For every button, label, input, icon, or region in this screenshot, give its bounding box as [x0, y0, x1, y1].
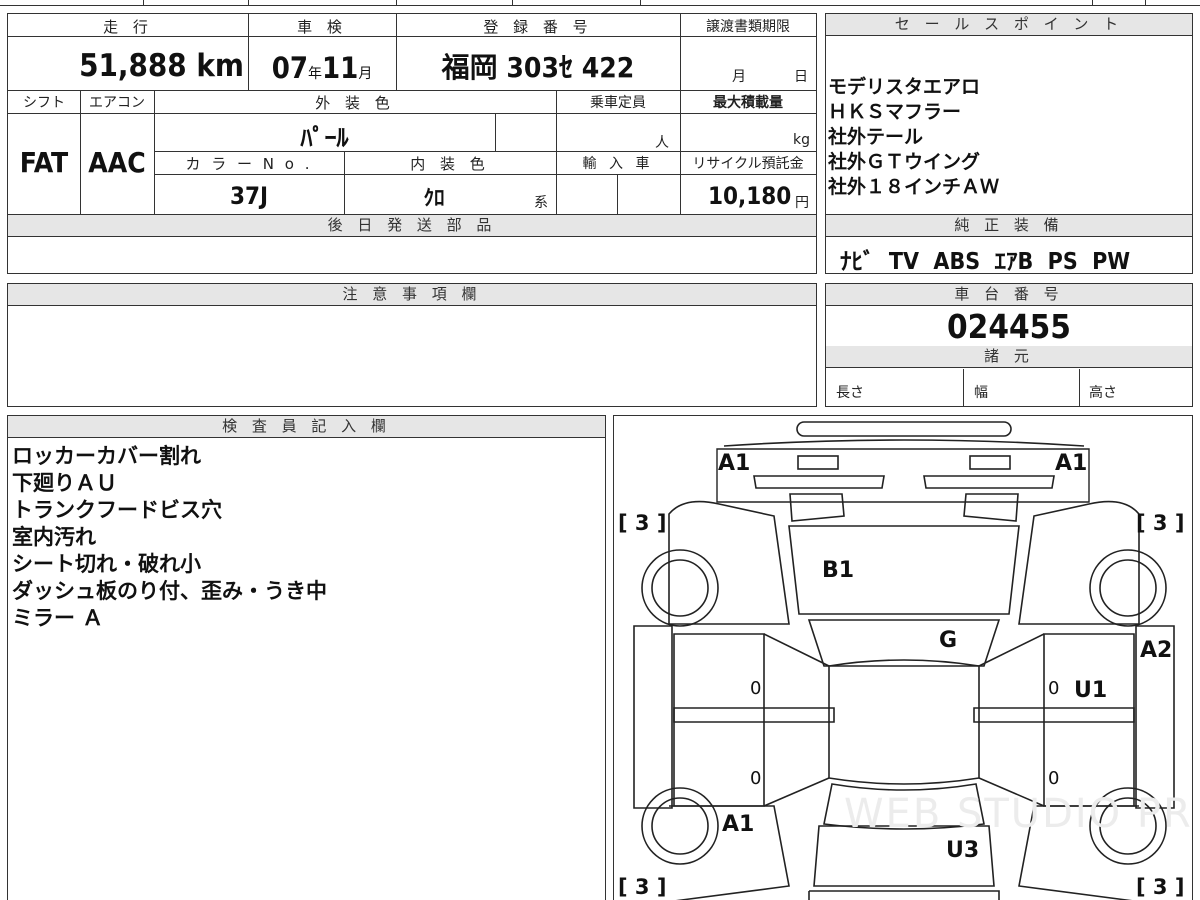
aircon-value: AAC	[88, 146, 146, 179]
deadline-month-unit: 月	[732, 69, 746, 85]
recycle-unit: 円	[795, 195, 809, 211]
tire-tread-rear-right: [ 3 ]	[1136, 875, 1185, 899]
exterior-color-value: ﾊﾟｰﾙ	[300, 124, 349, 152]
zero-mark: 0	[1048, 768, 1060, 789]
shift-label: シフト	[23, 95, 65, 111]
exterior-color-label: 外 装 色	[315, 94, 395, 112]
car-damage-diagram: A1 A1 B1 G A2 U1 A1 U3 [ 3 ] [ 3 ] [ 3 ]…	[613, 415, 1193, 900]
notes-box: 注 意 事 項 欄	[7, 283, 817, 407]
max-load-label: 最大積載量	[713, 95, 783, 111]
inspector-note: ダッシュ板のり付、歪み・うき中	[12, 579, 327, 603]
chassis-specs-box: 車 台 番 号 024455 諸 元 長さ 幅 高さ	[825, 283, 1193, 407]
sales-point-item: 社外ＧＴウイング	[828, 151, 981, 173]
inspection-value: 07年11月	[271, 51, 373, 85]
color-no-label: カ ラ ー N o .	[185, 155, 313, 173]
inspector-note: 室内汚れ	[12, 525, 96, 549]
registration-value: 福岡 303ｾ 422	[441, 51, 635, 84]
top-strip	[0, 0, 1200, 6]
max-load-unit: kg	[793, 132, 810, 148]
damage-mark-hood: B1	[822, 558, 855, 583]
capacity-label: 乗車定員	[590, 95, 646, 111]
deadline-label: 譲渡書類期限	[706, 19, 790, 35]
width-label: 幅	[974, 385, 988, 401]
inspector-note: トランクフードビス穴	[12, 498, 222, 522]
damage-mark-windshield: G	[939, 628, 958, 653]
tire-tread-rear-left: [ 3 ]	[618, 875, 667, 899]
damage-mark-left-rear: A1	[722, 812, 755, 837]
sales-points-label: セ ー ル ス ポ イ ン ト	[826, 14, 1192, 36]
interior-color-suffix: 系	[534, 195, 548, 211]
tire-tread-front-right: [ 3 ]	[1136, 511, 1185, 535]
tire-tread-front-left: [ 3 ]	[618, 511, 667, 535]
notes-label: 注 意 事 項 欄	[8, 284, 816, 306]
inspector-note: ミラー Ａ	[12, 606, 104, 630]
deadline-day-unit: 日	[794, 69, 808, 85]
damage-mark-front-left: A1	[718, 451, 751, 476]
vehicle-info-table: 走 行 車 検 登 録 番 号 譲渡書類期限 51,888 km 07年11月 …	[7, 13, 817, 274]
watermark: WEB STUDIO PRO	[844, 791, 1193, 837]
zero-mark: 0	[750, 678, 762, 699]
sales-point-item: 社外テール	[828, 126, 924, 148]
inspector-notes-box: 検 査 員 記 入 欄 ロッカーカバー割れ 下廻りＡＵ トランクフードビス穴 室…	[7, 415, 606, 900]
height-label: 高さ	[1089, 385, 1117, 401]
interior-color-label: 内 装 色	[410, 155, 490, 173]
zero-mark: 0	[1048, 678, 1060, 699]
sales-point-item: 社外１８インチＡＷ	[828, 176, 1000, 198]
inspector-note: シート切れ・破れ小	[12, 552, 201, 576]
chassis-number: 024455	[947, 307, 1071, 346]
zero-mark: 0	[750, 768, 762, 789]
recycle-label: リサイクル預託金	[692, 156, 804, 172]
color-no-value: 37J	[229, 182, 269, 210]
chassis-label: 車 台 番 号	[826, 284, 1192, 306]
damage-mark-rear: U3	[946, 838, 980, 863]
later-parts-label: 後 日 発 送 部 品	[8, 215, 816, 237]
capacity-unit: 人	[655, 135, 669, 151]
inspector-note: 下廻りＡＵ	[12, 471, 117, 495]
registration-label: 登 録 番 号	[483, 18, 593, 36]
sales-point-item: ＨＫＳマフラー	[828, 101, 962, 123]
import-label: 輸 入 車	[582, 156, 654, 172]
specs-label: 諸 元	[826, 346, 1192, 368]
sales-points-list: モデリスタエアロ ＨＫＳマフラー 社外テール 社外ＧＴウイング 社外１８インチＡ…	[828, 75, 999, 200]
inspector-notes-label: 検 査 員 記 入 欄	[8, 416, 605, 438]
length-label: 長さ	[836, 385, 864, 401]
damage-mark-right-rocker: U1	[1074, 678, 1108, 703]
damage-mark-front-right: A1	[1055, 451, 1088, 476]
inspector-notes-list: ロッカーカバー割れ 下廻りＡＵ トランクフードビス穴 室内汚れ シート切れ・破れ…	[12, 443, 327, 632]
recycle-value: 10,180	[708, 182, 792, 210]
interior-color-value: ｸﾛ	[423, 186, 445, 210]
shift-value: FAT	[19, 146, 69, 179]
standard-equipment-value: ﾅﾋﾞ TV ABS ｴｱB PS PW	[840, 249, 1131, 275]
inspection-label: 車 検	[297, 18, 347, 36]
damage-mark-right-rear-door: A2	[1140, 638, 1173, 663]
sales-point-item: モデリスタエアロ	[828, 76, 981, 98]
mileage-label: 走 行	[103, 18, 153, 36]
mileage-value: 51,888 km	[79, 48, 244, 84]
sales-points-box: セ ー ル ス ポ イ ン ト モデリスタエアロ ＨＫＳマフラー 社外テール 社…	[825, 13, 1193, 275]
standard-equipment-label: 純 正 装 備	[826, 215, 1192, 237]
aircon-label: エアコン	[89, 95, 145, 111]
inspector-note: ロッカーカバー割れ	[12, 444, 201, 468]
